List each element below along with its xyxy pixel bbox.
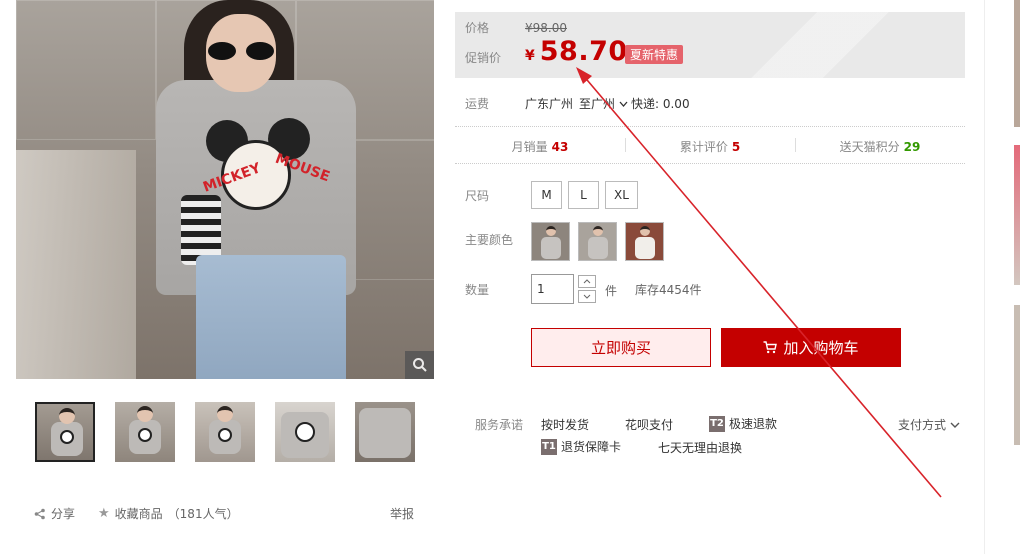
- color-swatch[interactable]: [531, 222, 570, 261]
- stat-label: 累计评价: [679, 140, 728, 154]
- stat-label: 送天猫积分: [839, 140, 900, 154]
- promo-price: ¥ 58.70: [525, 36, 628, 67]
- buy-now-button[interactable]: 立即购买: [531, 328, 711, 367]
- t1-badge-icon: T1: [541, 438, 557, 455]
- service-item: 七天无理由退换: [658, 441, 743, 455]
- add-to-cart-button[interactable]: 加入购物车: [721, 328, 901, 367]
- side-recommend-image[interactable]: [1014, 145, 1020, 285]
- original-price: ¥98.00: [525, 21, 567, 35]
- monthly-sales: 月销量 43: [455, 138, 625, 155]
- service-fast-refund[interactable]: T2 极速退款: [709, 415, 777, 432]
- zoom-button[interactable]: [405, 351, 434, 379]
- stat-value: 29: [903, 140, 921, 154]
- service-on-time[interactable]: 按时发货: [541, 416, 589, 433]
- t2-badge-icon: T2: [709, 415, 725, 432]
- ship-to-value: 至广州: [579, 97, 616, 111]
- side-recommend-image[interactable]: [1014, 305, 1020, 445]
- thumbnail[interactable]: [35, 402, 95, 462]
- service-item: 花呗支付: [625, 418, 674, 432]
- tmall-points: 送天猫积分 29: [795, 138, 965, 155]
- quantity-increase-button[interactable]: [578, 275, 596, 288]
- currency-symbol: ¥: [525, 48, 535, 64]
- service-huabei[interactable]: 花呗支付: [625, 416, 673, 433]
- size-option-l[interactable]: L: [568, 181, 599, 209]
- promo-price-value: 58.70: [539, 36, 628, 67]
- star-icon: ★: [98, 506, 110, 521]
- sunglasses: [206, 42, 276, 60]
- column-divider: [984, 0, 985, 554]
- chevron-up-icon: [583, 279, 591, 284]
- report-label: 举报: [390, 507, 415, 521]
- chevron-down-icon: [583, 294, 591, 299]
- thumbnail[interactable]: [195, 402, 255, 462]
- quantity-unit: 件: [605, 284, 618, 298]
- buy-now-label: 立即购买: [590, 339, 651, 357]
- express-fee: 快递: 0.00: [631, 97, 690, 111]
- share-icon: [34, 508, 45, 519]
- thumbnail-strip: [35, 402, 435, 462]
- service-seven-day-return[interactable]: 七天无理由退换: [658, 439, 742, 456]
- thumbnail[interactable]: [115, 402, 175, 462]
- stock-count: 库存4454件: [635, 283, 702, 297]
- share-link[interactable]: 分享: [34, 505, 75, 522]
- color-label: 主要颜色: [465, 233, 514, 247]
- color-swatch[interactable]: [578, 222, 617, 261]
- shipping-label: 运费: [465, 97, 490, 111]
- side-recommend-image[interactable]: [1014, 0, 1020, 127]
- background-door: [16, 150, 136, 379]
- share-label: 分享: [51, 507, 76, 521]
- divider: [455, 163, 965, 164]
- quantity-input[interactable]: [531, 274, 574, 304]
- original-price-label: 价格: [465, 21, 490, 35]
- collect-link[interactable]: ★ 收藏商品 （181人气）: [98, 505, 239, 522]
- payment-methods-dropdown[interactable]: 支付方式: [898, 416, 960, 433]
- promo-price-label: 促销价: [465, 51, 502, 65]
- service-item: 退货保障卡: [561, 440, 622, 454]
- stat-value: 5: [731, 140, 741, 154]
- magnifier-icon: [412, 358, 427, 372]
- promo-tag: 夏新特惠: [625, 45, 684, 64]
- divider: [455, 126, 965, 127]
- add-to-cart-label: 加入购物车: [783, 339, 859, 357]
- service-label: 服务承诺: [475, 418, 524, 432]
- thumbnail[interactable]: [355, 402, 415, 462]
- shipping-row: 运费 广东广州 至广州 快递: 0.00: [465, 95, 965, 113]
- wall-tile: [16, 0, 156, 140]
- chevron-down-icon: [619, 101, 628, 107]
- service-return-card[interactable]: T1 退货保障卡: [541, 438, 621, 455]
- quantity-label: 数量: [465, 283, 490, 297]
- price-panel-decoration: [675, 12, 965, 78]
- main-product-image[interactable]: MICKEY MOUSE: [16, 0, 434, 379]
- ship-to-select[interactable]: 至广州: [579, 95, 628, 112]
- chevron-down-icon: [950, 422, 960, 428]
- collect-label: 收藏商品: [114, 507, 163, 521]
- model-jeans: [196, 255, 346, 379]
- payment-label: 支付方式: [898, 418, 947, 432]
- color-swatch[interactable]: [625, 222, 664, 261]
- stat-value: 43: [551, 140, 569, 154]
- stat-label: 月销量: [511, 140, 548, 154]
- share-row: 分享 ★ 收藏商品 （181人气） 举报: [34, 505, 416, 523]
- price-panel: 价格 ¥98.00 促销价 ¥ 58.70 夏新特惠: [455, 12, 965, 78]
- ship-from: 广东广州: [525, 97, 574, 111]
- total-reviews[interactable]: 累计评价 5: [625, 138, 795, 155]
- sales-stats: 月销量 43 累计评价 5 送天猫积分 29: [455, 128, 965, 162]
- size-option-m[interactable]: M: [531, 181, 562, 209]
- thumbnail[interactable]: [275, 402, 335, 462]
- cart-icon: [763, 341, 778, 354]
- report-link[interactable]: 举报: [390, 505, 414, 522]
- service-item: 按时发货: [541, 418, 590, 432]
- service-item: 极速退款: [729, 417, 778, 431]
- popularity-count: （181人气）: [167, 507, 239, 521]
- quantity-decrease-button[interactable]: [578, 290, 596, 303]
- size-option-xl[interactable]: XL: [605, 181, 638, 209]
- size-label: 尺码: [465, 189, 490, 203]
